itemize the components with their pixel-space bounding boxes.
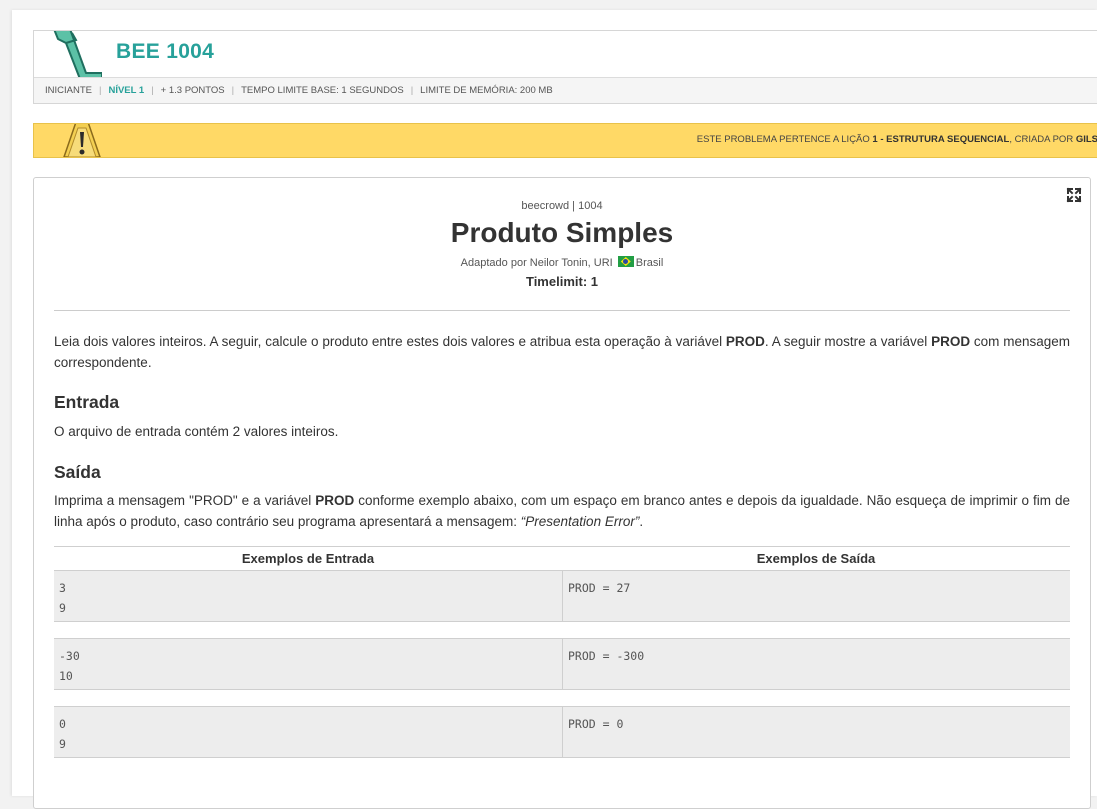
page-title: Produto Simples [450, 217, 674, 248]
lesson-notice-bar: ESTE PROBLEMA PERTENCE A LIÇÃO 1 - ESTRU… [33, 123, 1097, 158]
example-input: 3 9 [59, 581, 66, 615]
bee-logo-icon [53, 31, 102, 79]
example-input: -30 10 [59, 649, 80, 683]
notice-lesson-link[interactable]: 1 - ESTRUTURA SEQUENCIAL [872, 134, 1009, 145]
example-row: 3 9 PROD = 27 [54, 570, 1070, 622]
page: BEE 1004 INICIANTE | NÍVEL 1 | + 1.3 PONTOS |… [12, 10, 1097, 809]
output-heading: Saída [54, 462, 101, 482]
meta-level: NÍVEL 1 [108, 85, 145, 96]
warning-icon [63, 124, 101, 157]
example-output: PROD = -300 [562, 639, 1070, 689]
output-text: Imprima a mensagem "PROD" e a variável P… [54, 493, 1070, 529]
notice-prefix: ESTE PROBLEMA PERTENCE A LIÇÃO [696, 134, 873, 145]
examples-output-header: Exemplos de Saída [756, 551, 876, 566]
problem-description: Leia dois valores inteiros. A seguir, ca… [54, 334, 1070, 370]
example-row: 0 9 PROD = 0 [54, 706, 1070, 758]
meta-time-limit: TEMPO LIMITE BASE: 1 SEGUNDOS [241, 85, 404, 96]
author-name: Adaptado por Neilor Tonin, URI [460, 257, 613, 269]
examples-input-header: Exemplos de Entrada [241, 551, 375, 566]
example-output: PROD = 27 [562, 571, 1070, 621]
example-output: PROD = 0 [562, 707, 1070, 757]
author-line: Adaptado por Neilor Tonin, URI Brasil [34, 256, 1090, 269]
input-heading: Entrada [54, 392, 120, 412]
notice-middle: , CRIADA POR [1009, 134, 1076, 145]
examples-header: Exemplos de Entrada Exemplos de Saída [54, 546, 1070, 570]
meta-memory-limit: LIMITE DE MEMÓRIA: 200 MB [420, 85, 553, 96]
input-text: O arquivo de entrada contém 2 valores in… [54, 424, 339, 439]
example-row: -30 10 PROD = -300 [54, 638, 1070, 690]
divider [54, 310, 1070, 311]
lesson-notice-text: ESTE PROBLEMA PERTENCE A LIÇÃO 1 - ESTRU… [697, 134, 1097, 145]
meta-category[interactable]: INICIANTE [45, 78, 92, 103]
examples-table: Exemplos de Entrada Exemplos de Saída 3 … [54, 546, 1070, 774]
timelimit: Timelimit: 1 [525, 274, 598, 289]
author-country: Brasil [635, 257, 664, 269]
problem-meta-bar: INICIANTE | NÍVEL 1 | + 1.3 PONTOS | TEMPO LIM… [34, 77, 1097, 103]
example-input: 0 9 [59, 717, 66, 751]
problem-header: BEE 1004 INICIANTE | NÍVEL 1 | + 1.3 PONTOS |… [33, 30, 1097, 104]
meta-points: + 1.3 PONTOS [160, 85, 225, 96]
problem-code: BEE 1004 [116, 40, 215, 63]
brazil-flag-icon [617, 256, 634, 267]
breadcrumb: beecrowd | 1004 [521, 200, 603, 212]
problem-content: beecrowd | 1004 Produto Simples Adaptado… [33, 177, 1091, 809]
notice-author-link[interactable]: GILS [1076, 134, 1097, 145]
